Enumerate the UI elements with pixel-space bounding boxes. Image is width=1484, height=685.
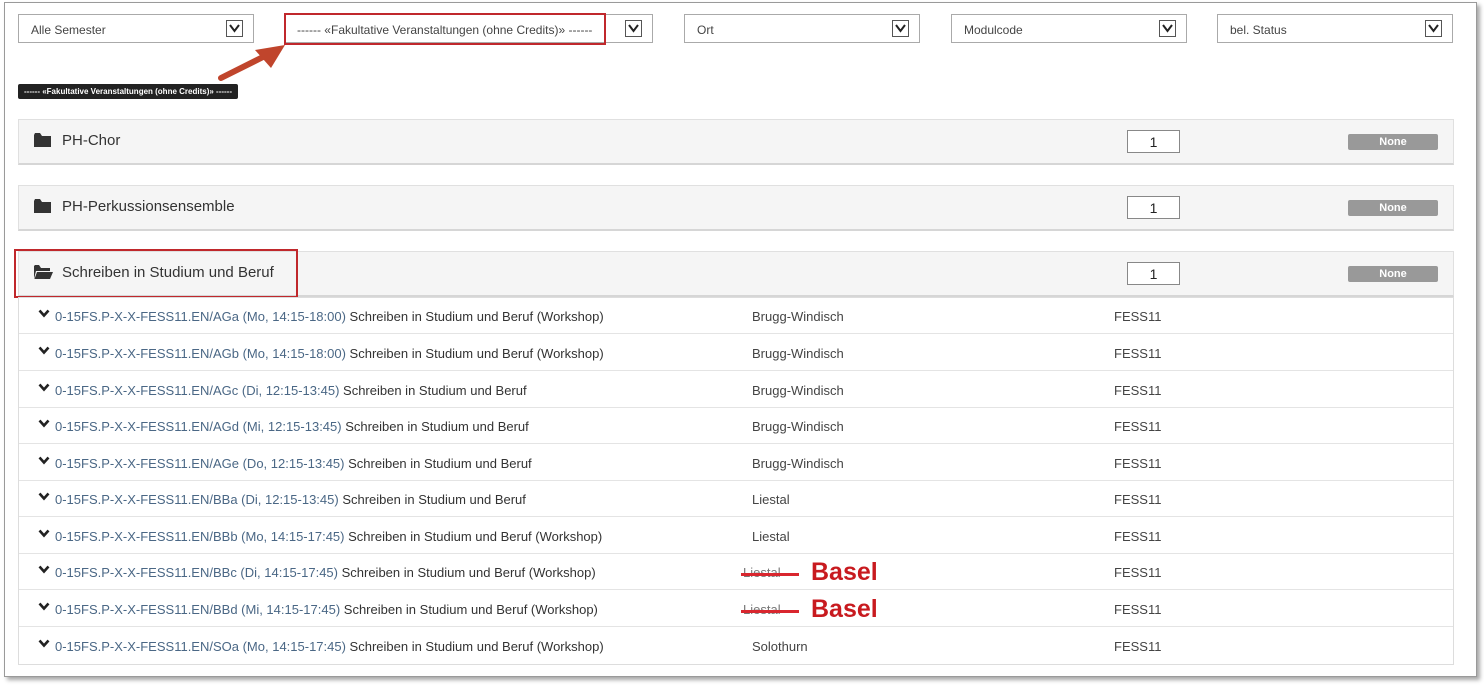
chevron-down-icon[interactable]	[38, 492, 50, 501]
chevron-down-icon[interactable]	[38, 309, 50, 318]
ort-filter[interactable]: Ort	[684, 14, 920, 43]
semester-filter-label: Alle Semester	[31, 23, 106, 37]
chevron-down-icon[interactable]	[1159, 20, 1176, 37]
table-row[interactable]: 0-15FS.P-X-X-FESS11.EN/AGa (Mo, 14:15-18…	[19, 298, 1453, 334]
modulcode-value: FESS11	[1114, 346, 1162, 361]
status-filter-label: bel. Status	[1230, 23, 1287, 37]
group-count-field[interactable]: 1	[1127, 196, 1180, 219]
ort-correction: Basel	[811, 558, 878, 586]
chevron-down-icon[interactable]	[38, 419, 50, 428]
modulcode-value: FESS11	[1114, 602, 1162, 617]
group-title: PH-Chor	[62, 132, 121, 149]
folder-icon	[34, 133, 51, 147]
category-filter-highlight	[284, 13, 606, 45]
table-row[interactable]: 0-15FS.P-X-X-FESS11.EN/AGc (Di, 12:15-13…	[19, 372, 1453, 408]
table-row[interactable]: 0-15FS.P-X-X-FESS11.EN/BBc (Di, 14:15-17…	[19, 554, 1453, 590]
table-row[interactable]: 0-15FS.P-X-X-FESS11.EN/BBd (Mi, 14:15-17…	[19, 591, 1453, 627]
table-row[interactable]: 0-15FS.P-X-X-FESS11.EN/AGe (Do, 12:15-13…	[19, 445, 1453, 481]
status-badge: None	[1348, 266, 1438, 282]
course-link[interactable]: 0-15FS.P-X-X-FESS11.EN/SOa (Mo, 14:15-17…	[55, 639, 604, 654]
course-list: 0-15FS.P-X-X-FESS11.EN/AGa (Mo, 14:15-18…	[18, 297, 1454, 665]
ort-value: Brugg-Windisch	[752, 383, 844, 398]
modulcode-value: FESS11	[1114, 456, 1162, 471]
course-link[interactable]: 0-15FS.P-X-X-FESS11.EN/AGc (Di, 12:15-13…	[55, 383, 527, 398]
chevron-down-icon[interactable]	[1425, 20, 1442, 37]
chevron-down-icon[interactable]	[38, 383, 50, 392]
chevron-down-icon[interactable]	[892, 20, 909, 37]
ort-filter-label: Ort	[697, 23, 714, 37]
modulcode-value: FESS11	[1114, 383, 1162, 398]
ort-value: Brugg-Windisch	[752, 456, 844, 471]
modulcode-value: FESS11	[1114, 419, 1162, 434]
modulcode-value: FESS11	[1114, 529, 1162, 544]
status-filter[interactable]: bel. Status	[1217, 14, 1453, 43]
group-count-field[interactable]: 1	[1127, 262, 1180, 285]
ort-correction: Basel	[811, 595, 878, 623]
group-highlight	[14, 249, 298, 298]
ort-value: Liestal	[752, 492, 790, 507]
table-row[interactable]: 0-15FS.P-X-X-FESS11.EN/AGb (Mo, 14:15-18…	[19, 335, 1453, 371]
strikethrough-mark	[741, 573, 799, 576]
chevron-down-icon[interactable]	[625, 20, 642, 37]
chevron-down-icon[interactable]	[38, 346, 50, 355]
chevron-down-icon[interactable]	[38, 456, 50, 465]
table-row[interactable]: 0-15FS.P-X-X-FESS11.EN/BBa (Di, 12:15-13…	[19, 481, 1453, 517]
course-link[interactable]: 0-15FS.P-X-X-FESS11.EN/AGb (Mo, 14:15-18…	[55, 346, 604, 361]
chevron-down-icon[interactable]	[38, 565, 50, 574]
course-link[interactable]: 0-15FS.P-X-X-FESS11.EN/AGd (Mi, 12:15-13…	[55, 419, 529, 434]
ort-value: Solothurn	[752, 639, 808, 654]
course-link[interactable]: 0-15FS.P-X-X-FESS11.EN/BBc (Di, 14:15-17…	[55, 565, 596, 580]
ort-value: Brugg-Windisch	[752, 346, 844, 361]
status-badge: None	[1348, 134, 1438, 150]
course-link[interactable]: 0-15FS.P-X-X-FESS11.EN/AGa (Mo, 14:15-18…	[55, 309, 604, 324]
ort-value: Liestal	[752, 529, 790, 544]
table-row[interactable]: 0-15FS.P-X-X-FESS11.EN/BBb (Mo, 14:15-17…	[19, 518, 1453, 554]
modulcode-value: FESS11	[1114, 492, 1162, 507]
group-ph-chor[interactable]: PH-Chor 1 None	[18, 119, 1454, 165]
modulcode-value: FESS11	[1114, 639, 1162, 654]
selected-filter-tag: ------ «Fakultative Veranstaltungen (ohn…	[18, 84, 239, 99]
table-row[interactable]: 0-15FS.P-X-X-FESS11.EN/SOa (Mo, 14:15-17…	[19, 628, 1453, 664]
group-count-field[interactable]: 1	[1127, 130, 1180, 153]
chevron-down-icon[interactable]	[226, 20, 243, 37]
course-link[interactable]: 0-15FS.P-X-X-FESS11.EN/BBd (Mi, 14:15-17…	[55, 602, 598, 617]
course-link[interactable]: 0-15FS.P-X-X-FESS11.EN/AGe (Do, 12:15-13…	[55, 456, 532, 471]
chevron-down-icon[interactable]	[38, 602, 50, 611]
modulcode-filter-label: Modulcode	[964, 23, 1023, 37]
modulcode-value: FESS11	[1114, 309, 1162, 324]
semester-filter[interactable]: Alle Semester	[18, 14, 254, 43]
course-link[interactable]: 0-15FS.P-X-X-FESS11.EN/BBb (Mo, 14:15-17…	[55, 529, 602, 544]
modulcode-value: FESS11	[1114, 565, 1162, 580]
course-link[interactable]: 0-15FS.P-X-X-FESS11.EN/BBa (Di, 12:15-13…	[55, 492, 526, 507]
ort-value: Brugg-Windisch	[752, 309, 844, 324]
ort-value: Brugg-Windisch	[752, 419, 844, 434]
chevron-down-icon[interactable]	[38, 529, 50, 538]
annotation-arrow-icon	[218, 45, 285, 81]
status-badge: None	[1348, 200, 1438, 216]
strikethrough-mark	[741, 610, 799, 613]
group-ph-perkussionsensemble[interactable]: PH-Perkussionsensemble 1 None	[18, 185, 1454, 231]
folder-icon	[34, 199, 51, 213]
table-row[interactable]: 0-15FS.P-X-X-FESS11.EN/AGd (Mi, 12:15-13…	[19, 408, 1453, 444]
chevron-down-icon[interactable]	[38, 639, 50, 648]
modulcode-filter[interactable]: Modulcode	[951, 14, 1187, 43]
group-title: PH-Perkussionsensemble	[62, 198, 235, 215]
